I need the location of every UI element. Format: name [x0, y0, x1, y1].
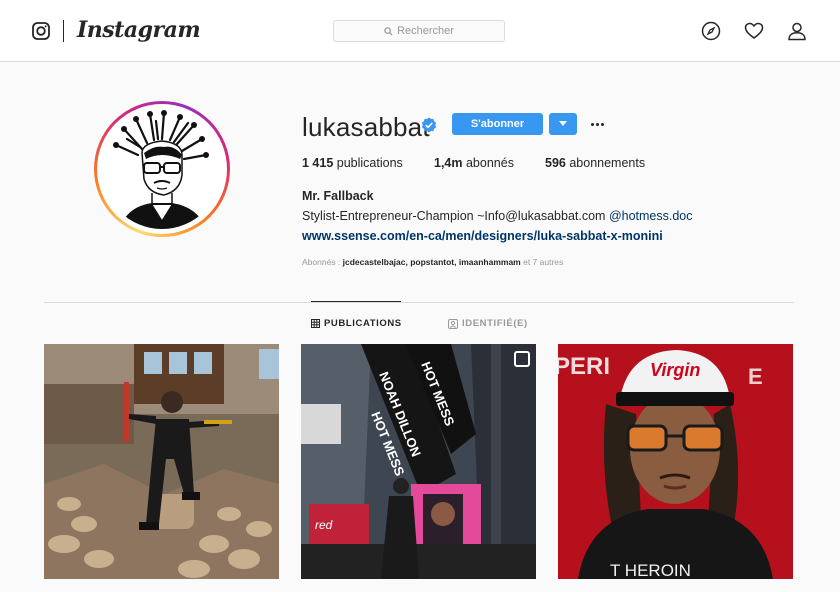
post-image-woodpile	[44, 344, 279, 579]
heart-icon[interactable]	[744, 21, 764, 41]
tagged-user-icon	[448, 318, 458, 329]
tab-active-indicator	[311, 301, 401, 302]
stat-publications: 1 415 publications	[302, 156, 403, 170]
tabs-divider	[44, 302, 794, 303]
grid-icon	[311, 319, 320, 328]
profile-user-icon[interactable]	[787, 21, 807, 41]
profile-full-name: Mr. Fallback	[302, 189, 374, 203]
post-thumbnail[interactable]: NOAH DILLON HOT MESS HOT MESS red	[301, 344, 536, 579]
post-image-times-square: NOAH DILLON HOT MESS HOT MESS red	[301, 344, 536, 579]
profile-username: lukasabbat	[302, 112, 430, 142]
stat-followers[interactable]: 1,4m abonnés	[434, 156, 514, 170]
svg-text:red: red	[315, 518, 333, 532]
tab-publications[interactable]: PUBLICATIONS	[311, 318, 402, 329]
svg-text:PERI: PERI	[558, 353, 610, 380]
suggested-accounts-button[interactable]	[549, 113, 577, 135]
tab-tagged[interactable]: IDENTIFIÉ(E)	[448, 318, 528, 329]
stat-following[interactable]: 596 abonnements	[545, 156, 645, 170]
profile-website-link[interactable]: www.ssense.com/en-ca/men/designers/luka-…	[302, 229, 663, 243]
profile-bio: Stylist-Entrepreneur-Champion ~Info@luka…	[302, 209, 693, 223]
post-image-portrait: PERI E Virgin T HEROIN	[558, 344, 793, 579]
svg-text:T HEROIN: T HEROIN	[610, 561, 691, 579]
instagram-logo-icon[interactable]	[32, 22, 50, 40]
search-placeholder: Rechercher	[397, 25, 454, 37]
post-thumbnail[interactable]	[44, 344, 279, 579]
search-icon	[384, 26, 393, 36]
explore-compass-icon[interactable]	[701, 21, 721, 41]
more-options-button[interactable]	[586, 113, 608, 135]
avatar[interactable]	[94, 101, 230, 237]
followed-by[interactable]: Abonnés : jcdecastelbajac, popstantot, i…	[302, 257, 563, 267]
follow-button[interactable]: S'abonner	[452, 113, 543, 135]
verified-badge-icon	[421, 117, 437, 133]
post-thumbnail[interactable]: PERI E Virgin T HEROIN	[558, 344, 793, 579]
nav-divider	[63, 20, 64, 42]
top-nav: Instagram Rechercher	[0, 0, 840, 62]
svg-text:Virgin: Virgin	[650, 360, 700, 380]
search-input[interactable]: Rechercher	[333, 20, 505, 42]
bio-mention-link[interactable]: @hotmess.doc	[609, 209, 693, 223]
svg-text:E: E	[748, 364, 763, 389]
caret-down-icon	[559, 121, 567, 126]
instagram-wordmark[interactable]: Instagram	[77, 17, 201, 43]
avatar-illustration	[102, 109, 222, 229]
